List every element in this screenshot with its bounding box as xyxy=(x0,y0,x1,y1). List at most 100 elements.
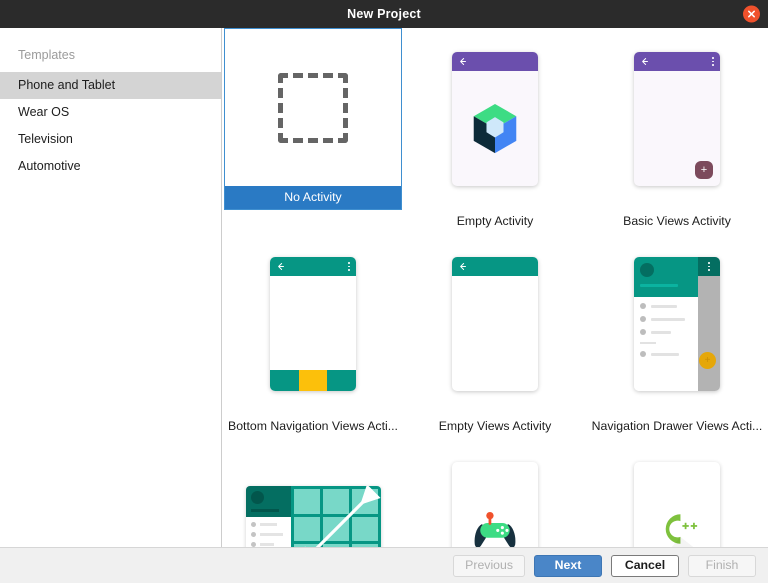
template-card-no-activity[interactable]: No Activity xyxy=(224,28,402,210)
jetpack-compose-logo-icon xyxy=(473,103,517,153)
list-item-icon xyxy=(250,522,256,527)
list-item-label xyxy=(651,304,677,308)
resize-arrow-icon xyxy=(297,486,381,547)
back-arrow-icon xyxy=(460,263,466,270)
drawer-header xyxy=(634,257,698,297)
next-button[interactable]: Next xyxy=(534,554,602,577)
navigation-drawer-mock: + xyxy=(634,257,720,391)
overflow-menu-icon xyxy=(708,262,710,271)
drawer-header xyxy=(245,486,291,517)
close-icon[interactable] xyxy=(743,5,760,23)
responsive-grid-area xyxy=(290,486,381,547)
template-label: No Activity xyxy=(225,186,401,209)
overflow-menu-icon xyxy=(712,57,714,66)
phone-content xyxy=(452,276,538,391)
template-cell: No Activity xyxy=(222,28,404,233)
template-card-bottom-navigation-views-activity[interactable] xyxy=(224,233,402,415)
app-bar xyxy=(452,52,538,71)
template-cell: Game Activity (C++) xyxy=(404,438,586,547)
list-item xyxy=(250,522,286,527)
templates-grid-panel[interactable]: No Activity Empty Activity + Basic Views… xyxy=(222,28,768,547)
dialog-title: New Project xyxy=(347,7,421,21)
template-art xyxy=(588,438,766,547)
cancel-button[interactable]: Cancel xyxy=(611,554,679,577)
template-art xyxy=(406,28,584,210)
avatar xyxy=(250,491,264,504)
template-cell: + Navigation Drawer Views Acti... xyxy=(586,233,768,438)
list-item-icon xyxy=(640,316,646,322)
template-cell: Empty Activity xyxy=(404,28,586,233)
template-card-native-cpp[interactable] xyxy=(588,438,766,547)
list-item-icon xyxy=(640,303,646,309)
sidebar-item-wear-os[interactable]: Wear OS xyxy=(0,99,221,126)
template-label: Bottom Navigation Views Acti... xyxy=(228,419,398,433)
previous-button[interactable]: Previous xyxy=(453,554,525,577)
list-item xyxy=(640,329,692,335)
floating-action-button-icon: + xyxy=(699,352,716,369)
phone-mock xyxy=(270,257,356,391)
back-arrow-icon xyxy=(460,58,466,65)
template-cell: Responsive Views Activity xyxy=(222,438,404,547)
game-controller-icon xyxy=(474,511,516,547)
sidebar-item-label: Television xyxy=(18,132,73,146)
list-item-label xyxy=(651,352,679,356)
app-bar xyxy=(270,257,356,276)
template-card-basic-views-activity[interactable]: + xyxy=(588,28,766,210)
phone-content: + xyxy=(634,71,720,186)
sidebar-item-label: Phone and Tablet xyxy=(18,78,116,92)
list-item-icon xyxy=(640,329,646,335)
art-card xyxy=(634,462,720,547)
drawer-panel xyxy=(245,486,291,547)
template-art xyxy=(224,233,402,415)
dialog-footer: Previous Next Cancel Finish xyxy=(0,547,768,583)
template-card-responsive-views-activity[interactable] xyxy=(224,438,402,547)
art-card xyxy=(452,462,538,547)
finish-button[interactable]: Finish xyxy=(688,554,756,577)
template-card-empty-views-activity[interactable] xyxy=(406,233,584,415)
back-arrow-icon xyxy=(278,263,284,270)
phone-mock: + xyxy=(634,52,720,186)
template-art: + xyxy=(588,28,766,210)
floating-action-button-icon: + xyxy=(695,161,713,179)
avatar xyxy=(640,263,654,277)
template-card-empty-activity[interactable] xyxy=(406,28,584,210)
templates-sidebar: Templates Phone and Tablet Wear OS Telev… xyxy=(0,28,222,547)
phone-mock xyxy=(452,52,538,186)
template-label: Empty Activity xyxy=(456,214,534,228)
phone-content xyxy=(452,71,538,186)
list-item-label xyxy=(651,317,685,321)
drawer-item-list xyxy=(634,297,698,357)
template-label: Navigation Drawer Views Acti... xyxy=(591,419,763,433)
list-item-label xyxy=(259,543,274,546)
list-item xyxy=(640,316,692,322)
new-project-dialog: New Project Templates Phone and Tablet W… xyxy=(0,0,768,583)
cpp-logo-icon xyxy=(665,514,698,547)
sidebar-item-label: Wear OS xyxy=(18,105,70,119)
back-arrow-icon xyxy=(642,58,648,65)
sidebar-item-label: Automotive xyxy=(18,159,81,173)
sidebar-item-television[interactable]: Television xyxy=(0,126,221,153)
template-cell: Native C++ xyxy=(586,438,768,547)
sidebar-item-phone-and-tablet[interactable]: Phone and Tablet xyxy=(0,72,221,99)
phone-mock xyxy=(452,257,538,391)
templates-grid: No Activity Empty Activity + Basic Views… xyxy=(222,28,768,547)
list-item xyxy=(640,303,692,309)
drawer-item-list xyxy=(246,517,291,547)
app-bar xyxy=(452,257,538,276)
list-item xyxy=(250,532,286,537)
template-art: + xyxy=(588,233,766,415)
template-cell: Empty Views Activity xyxy=(404,233,586,438)
bottom-navigation-bar xyxy=(270,370,356,391)
app-bar xyxy=(634,52,720,71)
divider xyxy=(640,342,656,344)
dialog-body: Templates Phone and Tablet Wear OS Telev… xyxy=(0,28,768,547)
list-item-label xyxy=(259,523,277,526)
template-cell: + Basic Views Activity xyxy=(586,28,768,233)
list-item-label xyxy=(651,330,671,334)
template-card-game-activity[interactable] xyxy=(406,438,584,547)
app-bar xyxy=(698,257,720,276)
template-label: Empty Views Activity xyxy=(438,419,552,433)
template-card-navigation-drawer-views-activity[interactable]: + xyxy=(588,233,766,415)
sidebar-item-automotive[interactable]: Automotive xyxy=(0,153,221,180)
template-art xyxy=(225,29,401,186)
